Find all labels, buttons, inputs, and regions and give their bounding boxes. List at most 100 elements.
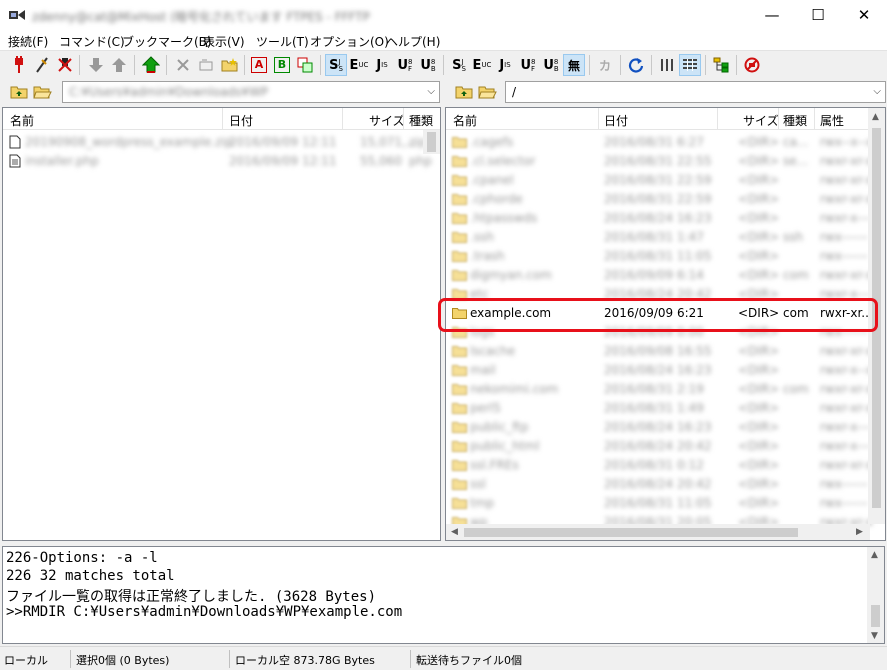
list-item[interactable]: lscache 2016/09/08 16:55 <DIR> rwxr-xr-x — [446, 342, 873, 361]
local-path-field[interactable]: C:¥Users¥admin¥Downloads¥WP ⌵ — [62, 81, 440, 103]
remote-col-type[interactable]: 種類 — [783, 112, 807, 129]
stop-icon[interactable] — [741, 54, 763, 76]
download-icon[interactable] — [85, 54, 107, 76]
local-col-date[interactable]: 日付 — [229, 112, 253, 129]
remote-path-field[interactable]: / ⌵ — [505, 81, 886, 103]
list-item[interactable]: installer.php 2016/09/09 12:11 55,060 php — [3, 152, 432, 171]
scroll-thumb[interactable] — [871, 605, 880, 627]
column-divider[interactable] — [717, 108, 718, 130]
list-item[interactable]: tmp 2016/08/31 11:05 <DIR> rwx------ — [446, 494, 870, 513]
column-divider[interactable] — [403, 108, 404, 130]
binary-mode-button[interactable]: B — [271, 54, 293, 76]
quick-connect-icon[interactable] — [31, 54, 53, 76]
menu-connect[interactable]: 接続(F) — [8, 33, 48, 50]
scroll-thumb[interactable] — [427, 132, 436, 152]
list-item[interactable]: nekomimi.com 2016/08/31 2:19 <DIR> com rwxr-… — [446, 380, 873, 399]
remote-col-date[interactable]: 日付 — [604, 112, 628, 129]
local-col-name[interactable]: 名前 — [10, 112, 34, 129]
menu-command[interactable]: コマンド(C) — [59, 33, 125, 50]
new-folder-icon[interactable] — [218, 54, 240, 76]
jis-icon[interactable]: J IS — [371, 54, 393, 76]
list-item[interactable]: .trash 2016/08/31 11:05 <DIR> rwx------ — [446, 247, 870, 266]
column-divider[interactable] — [814, 108, 815, 130]
column-divider[interactable] — [598, 108, 599, 130]
log-window[interactable]: 226-Options: -a -l 226 32 matches total … — [2, 546, 885, 644]
list-item[interactable]: .cl.selector 2016/08/31 22:55 <DIR> se... rw… — [446, 152, 873, 171]
menu-bookmark[interactable]: ブックマーク(B) — [122, 33, 212, 50]
local-open-folder-icon[interactable] — [32, 82, 52, 102]
local-file-list[interactable]: 名前 日付 サイズ 種類 20190908_wordpress_example.… — [2, 107, 441, 541]
remote-parent-folder-icon[interactable] — [454, 82, 474, 102]
remote-jis-icon[interactable]: J IS — [494, 54, 516, 76]
list-item[interactable]: digmyan.com 2016/09/09 6:14 <DIR> com rwxr-x… — [446, 266, 873, 285]
scroll-right-icon[interactable]: ▶ — [856, 527, 863, 537]
list-item[interactable]: example.com 2016/09/09 6:21 <DIR> com rwxr-x… — [446, 304, 873, 323]
remote-sjis-icon[interactable]: SJS — [448, 54, 470, 76]
menu-help[interactable]: ヘルプ(H) — [386, 33, 440, 50]
scroll-down-icon[interactable]: ▼ — [871, 631, 878, 641]
utf8-icon[interactable]: U8F — [394, 54, 416, 76]
remote-open-folder-icon[interactable] — [477, 82, 497, 102]
list-item[interactable]: .cphorde 2016/08/31 22:59 <DIR> rwxr-xr-x — [446, 190, 873, 209]
mirror-upload-icon[interactable] — [140, 54, 162, 76]
sjis-icon[interactable]: SJS — [325, 54, 347, 76]
list-item[interactable]: .cpanel 2016/08/31 22:59 <DIR> rwxr-xr-x — [446, 171, 873, 190]
remote-utf8-icon[interactable]: U8F — [517, 54, 539, 76]
remote-horizontal-scrollbar[interactable]: ◀ ▶ — [446, 524, 870, 540]
chevron-down-icon[interactable]: ⌵ — [427, 86, 435, 97]
scroll-left-icon[interactable]: ◀ — [451, 527, 458, 537]
remote-col-attr[interactable]: 属性 — [820, 112, 844, 129]
list-item[interactable]: public_ftp 2016/08/24 16:23 <DIR> rwxr-x--- — [446, 418, 870, 437]
ascii-mode-button[interactable]: A — [248, 54, 270, 76]
list-item[interactable]: .ssh 2016/08/31 1:47 <DIR> ssh rwx------ — [446, 228, 870, 247]
log-scrollbar[interactable]: ▲ ▼ — [867, 547, 884, 643]
scroll-up-icon[interactable]: ▲ — [871, 550, 878, 560]
remote-file-list[interactable]: 名前 日付 サイズ 種類 属性 .cagefs 2016/08/31 6:27 <D… — [445, 107, 886, 541]
minimize-button[interactable]: — — [749, 0, 795, 30]
list-item[interactable]: ssl 2016/08/24 20:42 <DIR> rwx------ — [446, 475, 870, 494]
list-item[interactable]: 20190908_wordpress_example.zip 2016/09/09… — [3, 133, 426, 152]
local-scrollbar-stub[interactable] — [423, 130, 440, 154]
remote-col-name[interactable]: 名前 — [453, 112, 477, 129]
kana-convert-button[interactable]: カ — [594, 54, 616, 76]
local-col-type[interactable]: 種類 — [409, 112, 433, 129]
scroll-up-icon[interactable]: ▲ — [872, 112, 879, 122]
list-item[interactable]: public_html 2016/08/24 20:42 <DIR> rwxr-x--… — [446, 437, 870, 456]
connect-icon[interactable] — [8, 54, 30, 76]
local-parent-folder-icon[interactable] — [9, 82, 29, 102]
upload-icon[interactable] — [108, 54, 130, 76]
local-col-size[interactable]: サイズ — [369, 112, 405, 129]
detail-view-icon[interactable] — [679, 54, 701, 76]
auto-mode-icon[interactable] — [294, 54, 316, 76]
column-divider[interactable] — [222, 108, 223, 130]
list-item[interactable]: .cagefs 2016/08/31 6:27 <DIR> ca... rwx--x--… — [446, 133, 873, 152]
list-item[interactable]: .htpasswds 2016/08/24 16:23 <DIR> rwxr-x--- — [446, 209, 870, 228]
delete-icon[interactable] — [172, 54, 194, 76]
menu-view[interactable]: 表示(V) — [203, 33, 245, 50]
refresh-icon[interactable] — [625, 54, 647, 76]
close-button[interactable]: ✕ — [841, 0, 887, 30]
scroll-thumb[interactable] — [872, 128, 881, 508]
column-divider[interactable] — [342, 108, 343, 130]
menu-tools[interactable]: ツール(T) — [256, 33, 309, 50]
remote-utf8-bom-icon[interactable]: U8B — [540, 54, 562, 76]
list-item[interactable]: etc 2016/08/24 20:42 <DIR> rwxr-x--- — [446, 285, 870, 304]
list-item[interactable]: perl5 2016/08/31 1:49 <DIR> rwxr-xr-x — [446, 399, 873, 418]
disconnect-icon[interactable] — [54, 54, 76, 76]
remote-euc-icon[interactable]: E UC — [471, 54, 493, 76]
euc-icon[interactable]: E UC — [348, 54, 370, 76]
no-conversion-button[interactable]: 無 — [563, 54, 585, 76]
list-item[interactable]: ssl.FREs 2016/08/31 0:12 <DIR> rwxr-xr-x — [446, 456, 873, 475]
maximize-button[interactable]: ☐ — [795, 0, 841, 30]
tree-view-icon[interactable] — [710, 54, 732, 76]
column-divider[interactable] — [778, 108, 779, 130]
chevron-down-icon[interactable]: ⌵ — [873, 86, 881, 97]
remote-col-size[interactable]: サイズ — [743, 112, 779, 129]
menu-options[interactable]: オプション(O) — [310, 33, 389, 50]
list-item[interactable]: logs 2016/09/09 0:00 <DIR> rwx------ — [446, 323, 870, 342]
list-view-icon[interactable] — [656, 54, 678, 76]
scroll-thumb[interactable] — [464, 528, 798, 537]
remote-vertical-scrollbar[interactable]: ▲ — [868, 108, 885, 524]
rename-icon[interactable] — [195, 54, 217, 76]
utf8-bom-icon[interactable]: U8B — [417, 54, 439, 76]
